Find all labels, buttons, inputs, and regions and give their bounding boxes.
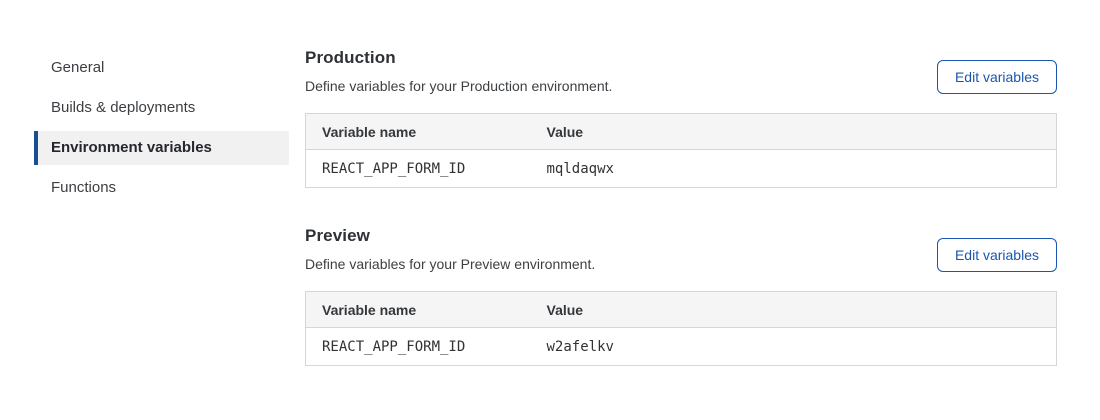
table-row: REACT_APP_FORM_ID mqldaqwx [306, 150, 1057, 188]
column-header-value: Value [531, 114, 1057, 150]
settings-sidebar: General Builds & deployments Environment… [34, 51, 289, 420]
preview-variables-table: Variable name Value REACT_APP_FORM_ID w2… [305, 291, 1057, 366]
column-header-variable-name: Variable name [306, 114, 531, 150]
edit-variables-button-preview[interactable]: Edit variables [937, 238, 1057, 272]
production-section: Production Define variables for your Pro… [305, 48, 1057, 188]
environment-variables-page: General Builds & deployments Environment… [0, 0, 1100, 420]
preview-section: Preview Define variables for your Previe… [305, 226, 1057, 366]
sidebar-item-functions[interactable]: Functions [34, 171, 289, 205]
edit-variables-button-production[interactable]: Edit variables [937, 60, 1057, 94]
production-section-description: Define variables for your Production env… [305, 78, 612, 94]
preview-section-header: Preview Define variables for your Previe… [305, 226, 1057, 272]
production-section-title: Production [305, 48, 612, 68]
sidebar-item-builds-deployments[interactable]: Builds & deployments [34, 91, 289, 125]
column-header-value: Value [531, 292, 1057, 328]
preview-section-title: Preview [305, 226, 595, 246]
sidebar-item-environment-variables[interactable]: Environment variables [34, 131, 289, 165]
column-header-variable-name: Variable name [306, 292, 531, 328]
preview-section-description: Define variables for your Preview enviro… [305, 256, 595, 272]
table-header-row: Variable name Value [306, 114, 1057, 150]
production-section-header: Production Define variables for your Pro… [305, 48, 1057, 94]
main-content: Production Define variables for your Pro… [305, 48, 1057, 420]
variable-name-cell: REACT_APP_FORM_ID [306, 150, 531, 188]
sidebar-item-general[interactable]: General [34, 51, 289, 85]
table-row: REACT_APP_FORM_ID w2afelkv [306, 328, 1057, 366]
table-header-row: Variable name Value [306, 292, 1057, 328]
preview-header-text: Preview Define variables for your Previe… [305, 226, 595, 272]
variable-name-cell: REACT_APP_FORM_ID [306, 328, 531, 366]
variable-value-cell: mqldaqwx [531, 150, 1057, 188]
variable-value-cell: w2afelkv [531, 328, 1057, 366]
production-header-text: Production Define variables for your Pro… [305, 48, 612, 94]
production-variables-table: Variable name Value REACT_APP_FORM_ID mq… [305, 113, 1057, 188]
